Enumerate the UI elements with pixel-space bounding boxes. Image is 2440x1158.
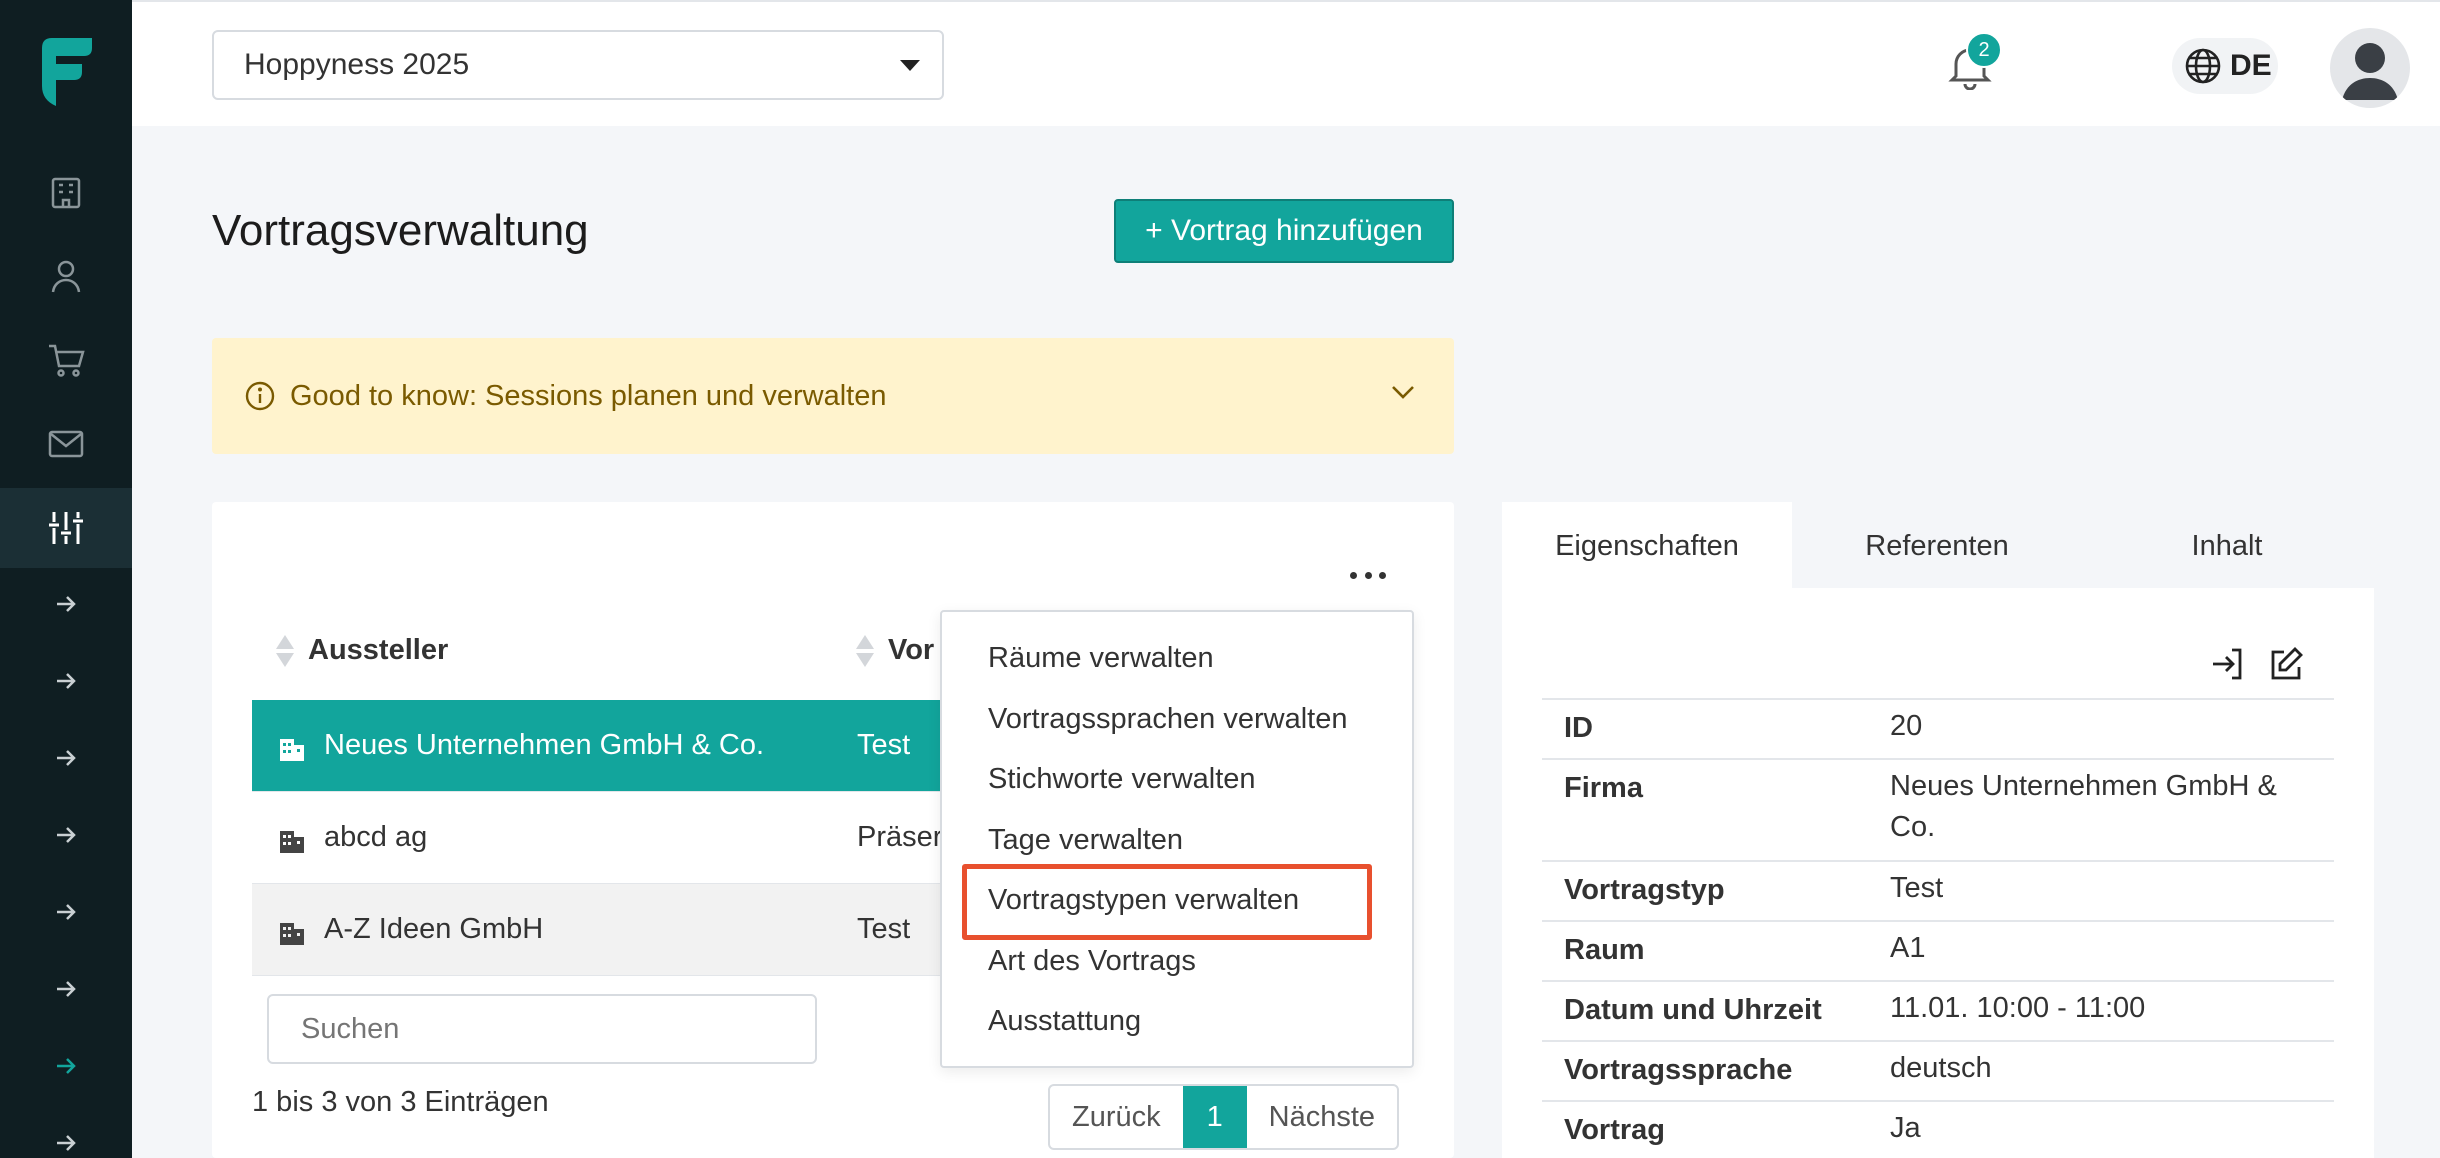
pagination-prev[interactable]: Zurück xyxy=(1050,1086,1183,1148)
property-row: Firma Neues Unternehmen GmbH & Co. xyxy=(1542,758,2334,860)
property-row: Vortragstyp Test xyxy=(1542,860,2334,920)
exhibitor-name: Neues Unternehmen GmbH & Co. xyxy=(324,729,765,761)
sidebar-subitem[interactable] xyxy=(0,882,132,942)
tab-content[interactable]: Inhalt xyxy=(2082,502,2372,590)
details-tabs: Eigenschaften Referenten Inhalt xyxy=(1502,502,2374,590)
property-key: ID xyxy=(1564,712,1593,744)
page-title: Vortragsverwaltung xyxy=(212,206,589,255)
pagination: Zurück 1 Nächste xyxy=(1048,1084,1400,1150)
exhibitor-name: abcd ag xyxy=(324,821,428,853)
property-value: Ja xyxy=(1890,1112,1921,1144)
user-icon xyxy=(51,260,81,293)
login-icon[interactable] xyxy=(2210,646,2246,682)
property-value: 20 xyxy=(1890,710,1923,742)
menu-item-keywords[interactable]: Stichworte verwalten xyxy=(988,763,1256,796)
notification-badge: 2 xyxy=(1966,32,2002,68)
building-icon xyxy=(280,738,304,761)
menu-item-talk-kind[interactable]: Art des Vortrags xyxy=(988,945,1196,978)
sliders-icon xyxy=(49,512,83,544)
sidebar xyxy=(0,0,132,1158)
arrow-right-icon xyxy=(57,981,76,997)
exhibitor-name: A-Z Ideen GmbH xyxy=(324,913,544,945)
arrow-right-icon xyxy=(57,904,76,920)
talk-name: Test xyxy=(857,913,911,945)
property-row: Datum und Uhrzeit 11.01. 10:00 - 11:00 xyxy=(1542,980,2334,1040)
sidebar-subitem[interactable] xyxy=(0,651,132,711)
property-row: Raum A1 xyxy=(1542,920,2334,980)
property-value: Neues Unternehmen GmbH & Co. xyxy=(1890,770,2277,843)
sort-icon xyxy=(276,634,294,667)
sidebar-item-settings[interactable] xyxy=(0,488,132,568)
property-value: Test xyxy=(1890,872,1944,904)
arrow-right-icon xyxy=(57,1058,76,1074)
top-bar: Hoppyness 2025 xyxy=(132,0,2440,126)
column-header-talk[interactable]: Vor xyxy=(856,634,934,667)
property-key: Raum xyxy=(1564,934,1645,966)
arrow-right-icon xyxy=(57,596,76,612)
property-key: Vortragssprache xyxy=(1564,1054,1793,1086)
sidebar-item-exhibitors[interactable] xyxy=(0,150,132,230)
add-talk-button[interactable]: + Vortrag hinzufügen xyxy=(1114,199,1454,263)
info-icon xyxy=(245,381,275,411)
talk-name: Präser xyxy=(857,821,943,853)
user-avatar-icon xyxy=(2342,43,2398,100)
cart-icon xyxy=(49,344,85,377)
menu-item-languages[interactable]: Vortragssprachen verwalten xyxy=(988,703,1347,736)
entries-info: 1 bis 3 von 3 Einträgen xyxy=(252,1086,549,1118)
sidebar-subitem[interactable] xyxy=(0,959,132,1019)
property-row: Vortrag Ja xyxy=(1542,1100,2334,1158)
arrow-right-icon xyxy=(57,1135,76,1151)
sort-icon xyxy=(856,634,874,667)
property-value: deutsch xyxy=(1890,1052,1992,1084)
property-key: Vortragstyp xyxy=(1564,874,1725,906)
building-icon xyxy=(280,922,304,945)
sidebar-subitem[interactable] xyxy=(0,728,132,788)
arrow-right-icon xyxy=(57,750,76,766)
sidebar-item-users[interactable] xyxy=(0,236,132,316)
sidebar-subitem[interactable] xyxy=(0,805,132,865)
property-key: Datum und Uhrzeit xyxy=(1564,994,1822,1026)
edit-icon[interactable] xyxy=(2268,646,2304,682)
highlight-box xyxy=(962,864,1372,940)
banner-text: Good to know: Sessions planen und verwal… xyxy=(290,379,887,412)
property-value: 11.01. 10:00 - 11:00 xyxy=(1890,992,2146,1024)
tab-properties[interactable]: Eigenschaften xyxy=(1502,502,1792,590)
menu-item-rooms[interactable]: Räume verwalten xyxy=(988,642,1214,675)
menu-item-days[interactable]: Tage verwalten xyxy=(988,824,1183,857)
column-header-exhibitor[interactable]: Aussteller xyxy=(276,634,448,667)
globe-icon xyxy=(2185,48,2221,84)
property-row: Vortragssprache deutsch xyxy=(1542,1040,2334,1100)
property-key: Vortrag xyxy=(1564,1114,1665,1146)
language-switcher[interactable]: DE xyxy=(2172,38,2278,94)
search-input[interactable] xyxy=(267,994,817,1064)
pagination-next[interactable]: Nächste xyxy=(1247,1086,1397,1148)
brand-logo-icon[interactable] xyxy=(34,34,98,110)
sidebar-subitem-active[interactable] xyxy=(0,1036,132,1096)
mail-icon xyxy=(48,430,84,458)
sidebar-item-mail[interactable] xyxy=(0,404,132,484)
avatar[interactable] xyxy=(2330,28,2410,108)
sidebar-subitem[interactable] xyxy=(0,574,132,634)
event-select-value: Hoppyness 2025 xyxy=(244,48,470,81)
menu-item-equipment[interactable]: Ausstattung xyxy=(988,1005,1141,1038)
more-options-icon[interactable] xyxy=(1350,560,1386,590)
property-value: A1 xyxy=(1890,932,1926,964)
pagination-current[interactable]: 1 xyxy=(1182,1086,1247,1148)
tab-speakers[interactable]: Referenten xyxy=(1792,502,2082,590)
chevron-down-icon[interactable] xyxy=(1390,384,1416,400)
arrow-right-icon xyxy=(57,827,76,843)
building-icon xyxy=(280,830,304,853)
info-banner[interactable]: Good to know: Sessions planen und verwal… xyxy=(212,338,1454,454)
event-select[interactable]: Hoppyness 2025 xyxy=(212,30,944,100)
property-row: ID 20 xyxy=(1542,698,2334,758)
talk-name: Test xyxy=(857,729,911,761)
sidebar-subitem[interactable] xyxy=(0,1113,132,1158)
panel-actions xyxy=(2210,646,2304,682)
sidebar-item-shop[interactable] xyxy=(0,320,132,400)
building-icon xyxy=(51,177,81,209)
language-label: DE xyxy=(2230,49,2272,82)
chevron-down-icon xyxy=(900,60,920,71)
property-key: Firma xyxy=(1564,772,1643,804)
arrow-right-icon xyxy=(57,673,76,689)
